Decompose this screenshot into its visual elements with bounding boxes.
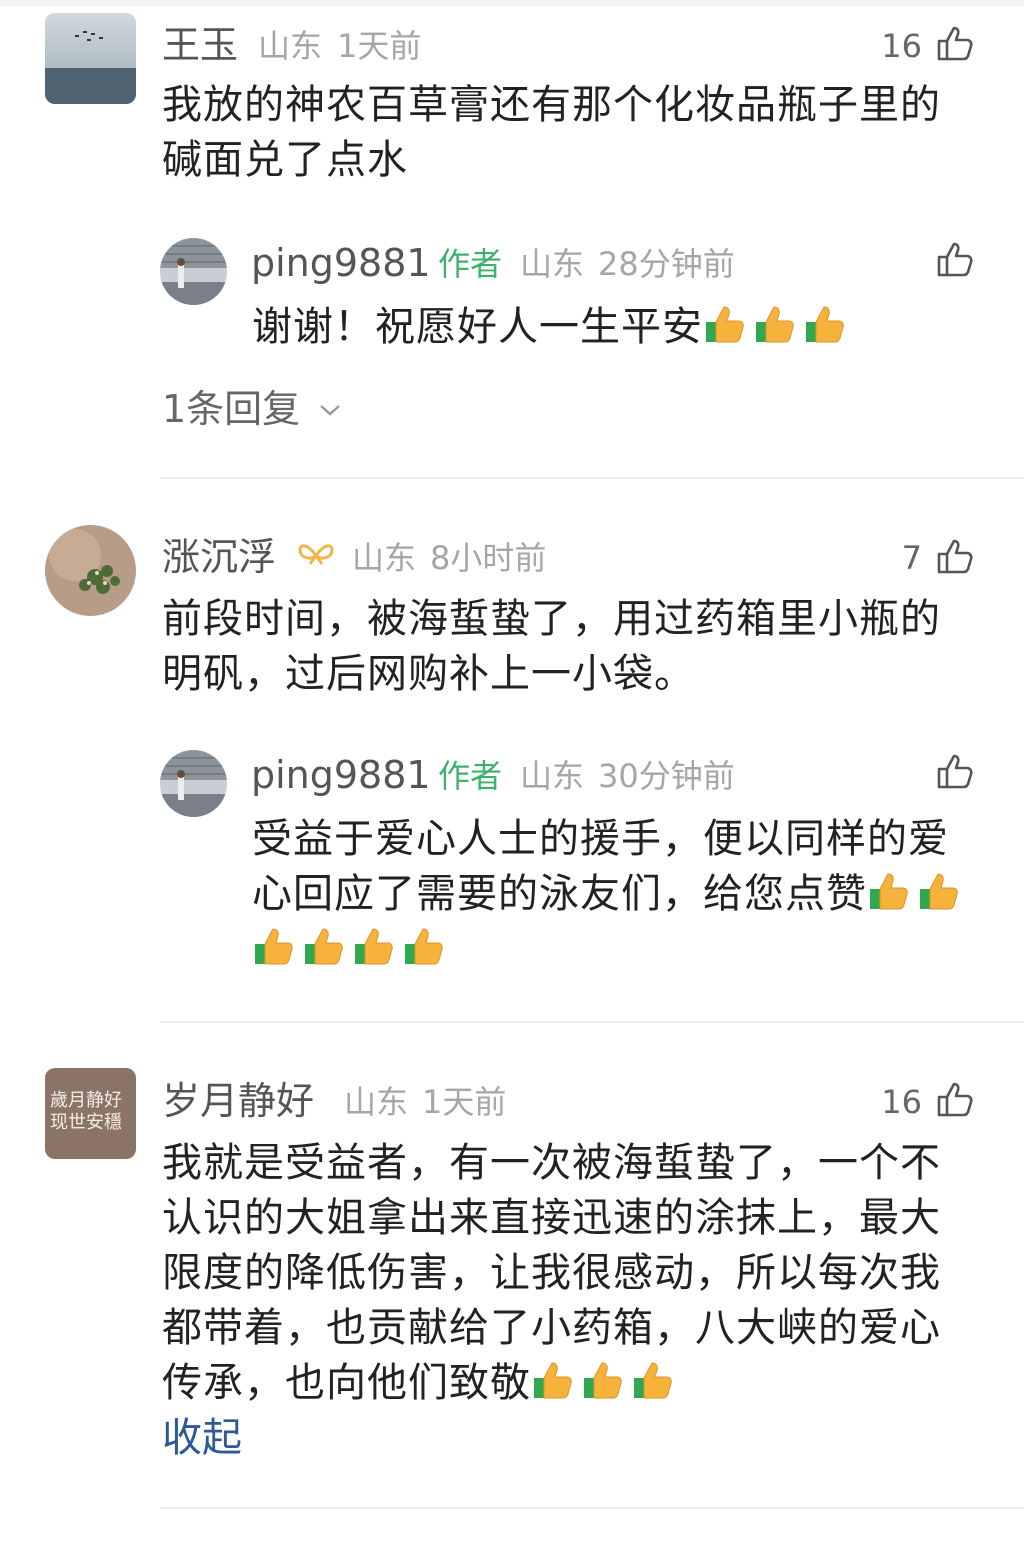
avatar[interactable]: 歲月静好 现世安穩 — [45, 1068, 136, 1159]
reply-body: 受益于爱心人士的援手，便以同样的爱 心回应了需要的泳友们，给您点赞 — [252, 812, 992, 977]
thumbs-up-outline-icon[interactable] — [936, 24, 974, 62]
like-count: 16 — [881, 1083, 922, 1121]
comment-time: 1天前 — [422, 1083, 507, 1121]
comment-time: 1天前 — [337, 27, 422, 65]
like-count: 16 — [881, 27, 922, 65]
thumbs-up-icon — [581, 1358, 625, 1402]
comment-divider — [160, 1507, 1024, 1509]
thumbs-up-outline-icon[interactable] — [936, 752, 974, 790]
reply-time: 30分钟前 — [598, 757, 735, 795]
reply-body: 谢谢！祝愿好人一生平安 — [252, 300, 992, 355]
reply-username[interactable]: ping9881 — [251, 756, 431, 794]
collapse-button[interactable]: 收起 — [162, 1418, 242, 1458]
reply-location: 山东 — [520, 757, 585, 795]
thumbs-up-icon — [631, 1358, 675, 1402]
thumbs-up-icon — [352, 924, 396, 968]
chevron-down-icon — [318, 386, 342, 424]
comment-body: 我就是受益者，有一次被海蜇蛰了，一个不 认识的大姐拿出来直接迅速的涂抹上，最大 … — [162, 1140, 941, 1406]
thumbs-up-icon — [302, 924, 346, 968]
top-divider — [0, 0, 1024, 6]
thumbs-up-outline-icon[interactable] — [936, 537, 974, 575]
reply-time: 28分钟前 — [598, 245, 735, 283]
reply-username[interactable]: ping9881 — [251, 244, 431, 282]
thumbs-up-icon — [753, 302, 797, 346]
comment-username[interactable]: 岁月静好 — [162, 1082, 314, 1120]
like-count: 7 — [901, 539, 922, 577]
avatar[interactable] — [45, 13, 136, 104]
comment-username[interactable]: 涨沉浮 — [162, 538, 276, 576]
comment-body: 前段时间，被海蜇蛰了，用过药箱里小瓶的 明矾，过后网购补上一小袋。 — [162, 596, 941, 697]
thumbs-up-icon — [402, 924, 446, 968]
avatar[interactable] — [45, 525, 136, 616]
thumbs-up-icon — [917, 869, 961, 913]
thumbs-up-icon — [252, 924, 296, 968]
reply-location: 山东 — [520, 245, 585, 283]
thumbs-up-outline-icon[interactable] — [936, 1080, 974, 1118]
comment-divider — [160, 1021, 1024, 1023]
thumbs-up-icon — [703, 302, 747, 346]
thumbs-up-outline-icon[interactable] — [936, 240, 974, 278]
comment-username[interactable]: 王玉 — [162, 26, 238, 64]
comment-location: 山东 — [258, 27, 323, 65]
author-badge: 作者 — [438, 757, 503, 795]
more-replies-button[interactable]: 1条回复 — [162, 386, 342, 428]
comment-time: 8小时前 — [430, 539, 547, 577]
comment-location: 山东 — [344, 1083, 409, 1121]
comment-divider — [160, 477, 1024, 479]
reply-avatar[interactable] — [160, 750, 227, 817]
ribbon-badge-icon — [296, 538, 336, 574]
thumbs-up-icon — [531, 1358, 575, 1402]
comment-body: 我放的神农百草膏还有那个化妆品瓶子里的 碱面兑了点水 — [162, 82, 941, 183]
reply-avatar[interactable] — [160, 238, 227, 305]
comment-location: 山东 — [352, 539, 417, 577]
thumbs-up-icon — [803, 302, 847, 346]
author-badge: 作者 — [438, 245, 503, 283]
thumbs-up-icon — [867, 869, 911, 913]
